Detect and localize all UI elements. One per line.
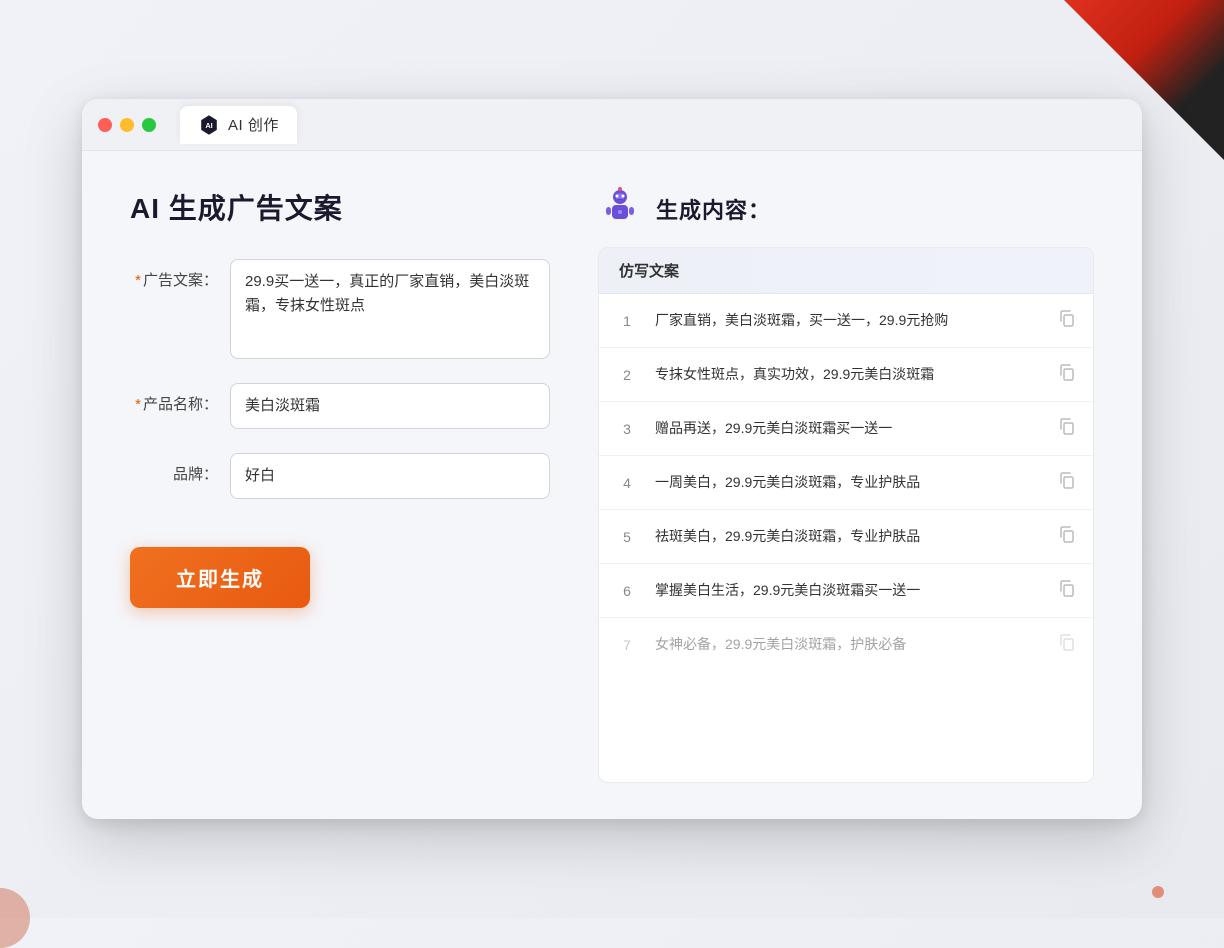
table-row: 5 祛斑美白，29.9元美白淡斑霜，专业护肤品	[599, 510, 1093, 564]
ad-copy-row: *广告文案： 29.9买一送一，真正的厂家直销，美白淡斑霜，专抹女性斑点	[130, 259, 550, 359]
results-title: 生成内容：	[656, 193, 771, 225]
copy-button[interactable]	[1057, 524, 1077, 549]
copy-button[interactable]	[1057, 578, 1077, 603]
maximize-button[interactable]	[142, 118, 156, 132]
generate-btn-wrapper: 立即生成	[130, 523, 550, 608]
results-table: 仿写文案 1 厂家直销，美白淡斑霜，买一送一，29.9元抢购 2 专抹女性斑点，真实…	[598, 247, 1094, 783]
ad-copy-label: *广告文案：	[130, 259, 218, 290]
page-title: AI 生成广告文案	[130, 187, 550, 227]
product-label: *产品名称：	[130, 383, 218, 414]
left-panel: AI 生成广告文案 *广告文案： 29.9买一送一，真正的厂家直销，美白淡斑霜，…	[130, 187, 550, 783]
result-number: 7	[615, 637, 639, 653]
table-row: 4 一周美白，29.9元美白淡斑霜，专业护肤品	[599, 456, 1093, 510]
copy-button[interactable]	[1057, 632, 1077, 657]
result-number: 6	[615, 583, 639, 599]
table-row: 1 厂家直销，美白淡斑霜，买一送一，29.9元抢购	[599, 294, 1093, 348]
traffic-lights	[98, 118, 156, 132]
deco-bottom-right	[1152, 886, 1164, 898]
main-content: AI 生成广告文案 *广告文案： 29.9买一送一，真正的厂家直销，美白淡斑霜，…	[82, 151, 1142, 819]
table-row: 2 专抹女性斑点，真实功效，29.9元美白淡斑霜	[599, 348, 1093, 402]
result-text: 专抹女性斑点，真实功效，29.9元美白淡斑霜	[655, 364, 1041, 385]
browser-window: AI AI 创作 AI 生成广告文案 *广告文案： 29.9买一送一，真正的厂家…	[82, 99, 1142, 819]
copy-button[interactable]	[1057, 362, 1077, 387]
close-button[interactable]	[98, 118, 112, 132]
ad-copy-input[interactable]: 29.9买一送一，真正的厂家直销，美白淡斑霜，专抹女性斑点	[230, 259, 550, 359]
brand-label: 品牌：	[130, 453, 218, 484]
title-bar: AI AI 创作	[82, 99, 1142, 151]
result-text: 赠品再送，29.9元美白淡斑霜买一送一	[655, 418, 1041, 439]
required-mark-product: *	[135, 396, 141, 413]
result-text: 祛斑美白，29.9元美白淡斑霜，专业护肤品	[655, 526, 1041, 547]
result-text: 掌握美白生活，29.9元美白淡斑霜买一送一	[655, 580, 1041, 601]
robot-icon	[598, 187, 642, 231]
table-row: 7 女神必备，29.9元美白淡斑霜，护肤必备	[599, 618, 1093, 671]
ai-tab-icon: AI	[198, 114, 220, 136]
required-mark-ad: *	[135, 272, 141, 289]
table-row: 6 掌握美白生活，29.9元美白淡斑霜买一送一	[599, 564, 1093, 618]
right-panel: 生成内容： 仿写文案 1 厂家直销，美白淡斑霜，买一送一，29.9元抢购 2 专抹女…	[598, 187, 1094, 783]
results-column-header: 仿写文案	[599, 248, 1093, 294]
result-text: 厂家直销，美白淡斑霜，买一送一，29.9元抢购	[655, 310, 1041, 331]
product-name-row: *产品名称：	[130, 383, 550, 429]
brand-row: 品牌：	[130, 453, 550, 499]
result-number: 3	[615, 421, 639, 437]
result-number: 2	[615, 367, 639, 383]
result-number: 5	[615, 529, 639, 545]
brand-input[interactable]	[230, 453, 550, 499]
minimize-button[interactable]	[120, 118, 134, 132]
product-name-input[interactable]	[230, 383, 550, 429]
svg-text:AI: AI	[205, 120, 212, 129]
generate-button[interactable]: 立即生成	[130, 547, 310, 608]
result-number: 1	[615, 313, 639, 329]
copy-button[interactable]	[1057, 416, 1077, 441]
result-text: 一周美白，29.9元美白淡斑霜，专业护肤品	[655, 472, 1041, 493]
ai-tab[interactable]: AI AI 创作	[180, 106, 297, 144]
right-header: 生成内容：	[598, 187, 1094, 231]
results-list: 1 厂家直销，美白淡斑霜，买一送一，29.9元抢购 2 专抹女性斑点，真实功效，29…	[599, 294, 1093, 671]
table-row: 3 赠品再送，29.9元美白淡斑霜买一送一	[599, 402, 1093, 456]
copy-button[interactable]	[1057, 308, 1077, 333]
result-text: 女神必备，29.9元美白淡斑霜，护肤必备	[655, 634, 1041, 655]
result-number: 4	[615, 475, 639, 491]
copy-button[interactable]	[1057, 470, 1077, 495]
deco-bottom-left	[0, 888, 30, 948]
tab-label: AI 创作	[228, 114, 279, 135]
